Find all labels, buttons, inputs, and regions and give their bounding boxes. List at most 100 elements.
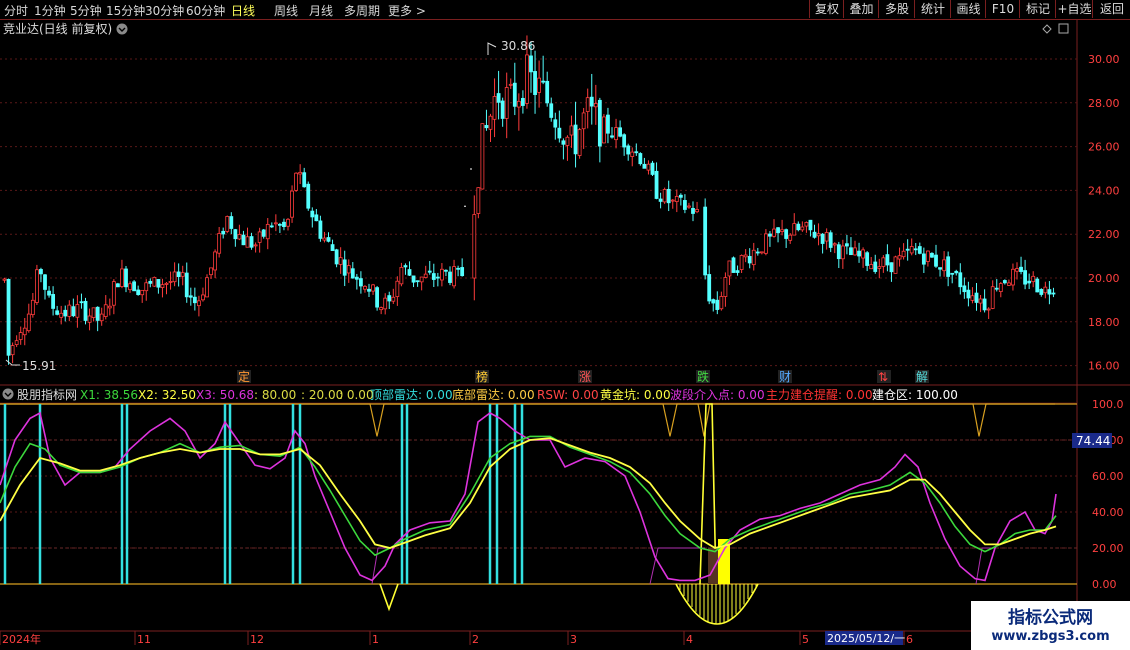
candle-body	[759, 251, 764, 254]
candle-body	[1023, 270, 1027, 285]
period-tab[interactable]: 多周期	[344, 2, 380, 19]
watermark: 指标公式网 www.zbgs3.com	[971, 601, 1130, 650]
candle-body	[764, 233, 768, 254]
candle-body	[306, 183, 311, 209]
title-dropdown-icon[interactable]	[116, 23, 128, 35]
candle-body	[282, 221, 286, 227]
candle-body	[796, 223, 801, 231]
panel-toggle-icon[interactable]	[1058, 23, 1069, 34]
candle-body	[642, 163, 647, 169]
period-tab[interactable]: 月线	[309, 2, 333, 19]
candle-body	[614, 127, 618, 141]
candle-body	[901, 250, 906, 258]
candle-body	[1047, 289, 1052, 295]
candle-body	[747, 256, 752, 264]
toolbar-button[interactable]: F10	[985, 0, 1020, 18]
diamond-icon[interactable]	[1042, 24, 1052, 34]
candle-body	[213, 251, 218, 271]
candle-body	[395, 280, 400, 297]
candle-body	[152, 276, 157, 287]
candle-body	[209, 267, 213, 276]
candle-body	[480, 123, 485, 190]
toolbar-button[interactable]: 多股	[878, 0, 915, 18]
candle-body	[881, 257, 886, 267]
toolbar-button[interactable]: +自选	[1055, 0, 1093, 18]
candle-body	[379, 307, 384, 311]
period-tab[interactable]: 60分钟	[186, 2, 225, 19]
period-tab[interactable]: 日线	[231, 2, 255, 19]
candle-body	[120, 268, 124, 287]
candle-body	[290, 190, 294, 218]
candle-body	[990, 286, 995, 309]
period-tab[interactable]: 周线	[274, 2, 298, 19]
period-tab[interactable]: 分时	[4, 2, 28, 19]
candle-body	[456, 267, 461, 270]
low-label: 15.91	[22, 359, 56, 373]
candle-body	[326, 237, 331, 242]
candle-body	[399, 267, 404, 285]
candle-body	[982, 298, 987, 311]
candle-body	[472, 214, 477, 279]
candle-body	[569, 125, 574, 136]
toolbar-button[interactable]: 叠加	[843, 0, 879, 18]
period-tab[interactable]: 5分钟	[70, 2, 102, 19]
candle-body	[95, 306, 100, 321]
candle-body	[342, 259, 347, 276]
cursor-date: 2025/05/12/一	[827, 632, 905, 645]
candle-body	[921, 253, 926, 265]
candle-body	[26, 313, 31, 332]
candle-body	[545, 80, 550, 104]
candle-body	[132, 281, 137, 292]
indicator-value: : 0.00	[339, 388, 374, 402]
candle-body	[816, 233, 821, 237]
high-marker-icon	[487, 42, 497, 55]
candle-body	[735, 270, 740, 273]
candle-body	[1011, 268, 1015, 286]
toolbar-button[interactable]: 返回	[1092, 0, 1130, 18]
candle-body	[427, 270, 432, 273]
candle-body	[500, 100, 505, 119]
candle-body	[233, 229, 238, 240]
candle-body	[18, 332, 23, 340]
candle-body	[298, 171, 303, 175]
chart-area: 竞业达(日线 前复权) 30.86 15.91 30.0028.0026.002…	[0, 19, 1130, 650]
candle-body	[492, 96, 497, 120]
candle-body	[476, 187, 481, 214]
indicator-values: X1: 38.56 X2: 32.50 X3: 50.68: 80.00: 20.0…	[80, 387, 958, 402]
toolbar-button[interactable]: 复权	[809, 0, 844, 18]
candle-body	[897, 255, 902, 260]
period-tab[interactable]: 1分钟	[34, 2, 66, 19]
candle-body	[589, 96, 594, 107]
candle-body	[245, 236, 250, 248]
candle-body	[188, 295, 193, 298]
candle-body	[715, 299, 720, 310]
candle-body	[314, 214, 319, 222]
indicator-value: 底部雷达: 0.00	[452, 387, 535, 402]
candle-body	[391, 296, 396, 302]
indicator-value: 波段介入点: 0.00	[670, 387, 765, 402]
candle-body	[893, 256, 898, 274]
time-label: 5	[802, 633, 809, 646]
candle-body	[334, 249, 339, 265]
candle-body	[512, 82, 517, 107]
candle-body	[249, 236, 254, 248]
candle-body	[974, 292, 979, 303]
indicator-name: 股朋指标网	[17, 387, 77, 402]
candle-body	[950, 272, 955, 275]
watermark-url: www.zbgs3.com	[991, 629, 1110, 644]
toolbar-button[interactable]: 统计	[914, 0, 951, 18]
candle-body	[743, 254, 748, 258]
indicator-dropdown-icon[interactable]	[2, 388, 14, 400]
candle-body	[322, 237, 327, 241]
candle-body	[561, 140, 566, 145]
period-tab[interactable]: 15分钟	[106, 2, 145, 19]
period-tab[interactable]: 更多 >	[388, 2, 426, 19]
candle-body	[10, 345, 15, 356]
toolbar-button[interactable]: 画线	[950, 0, 986, 18]
candle-body	[277, 223, 282, 226]
toolbar-button[interactable]: 标记	[1019, 0, 1056, 18]
period-tab[interactable]: 30分钟	[145, 2, 184, 19]
candle-body	[39, 269, 43, 275]
candle-body	[654, 170, 659, 199]
candle-body	[585, 97, 590, 112]
